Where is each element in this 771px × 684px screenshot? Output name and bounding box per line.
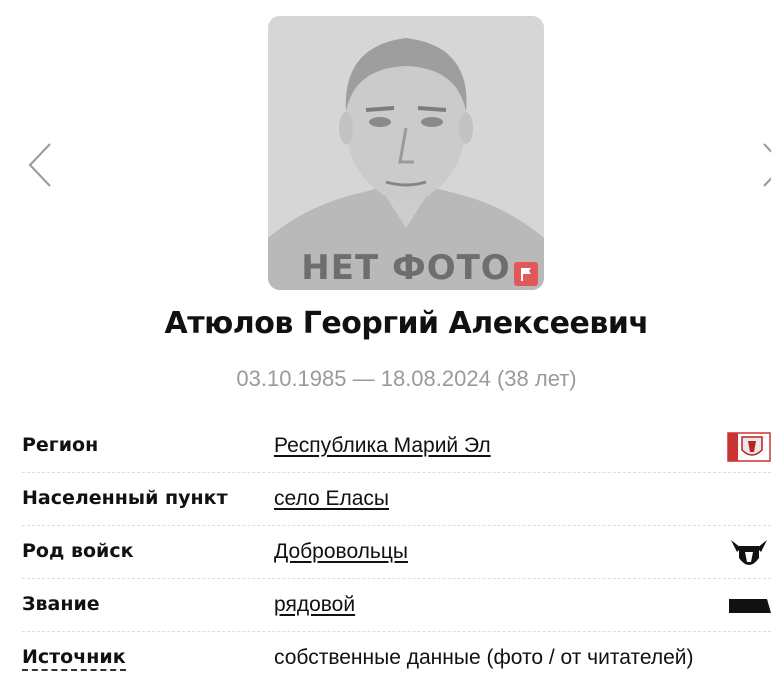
rank-insignia-icon (729, 599, 771, 613)
previous-arrow[interactable] (26, 140, 56, 190)
info-row-branch: Род войск Добровольцы (22, 526, 771, 579)
region-label: Регион (22, 434, 99, 456)
chevron-left-icon (28, 143, 51, 187)
flag-icon (521, 268, 531, 281)
volunteers-emblem-icon (731, 540, 767, 565)
info-row-rank: Звание рядовой (22, 579, 771, 632)
branch-label: Род войск (22, 540, 134, 562)
source-value: собственные данные (фото / от читателей) (274, 646, 694, 669)
rank-link[interactable]: рядовой (274, 593, 355, 617)
person-name: Атюлов Георгий Алексеевич (164, 306, 649, 341)
rank-label: Звание (22, 593, 100, 615)
region-link[interactable]: Республика Марий Эл (274, 434, 491, 458)
report-flag-button[interactable] (514, 262, 538, 286)
region-coat-of-arms-icon (727, 432, 771, 462)
portrait-placeholder: НЕТ ФОТО (268, 16, 544, 290)
no-photo-caption: НЕТ ФОТО (301, 248, 511, 288)
info-row-source: Источник собственные данные (фото / от ч… (22, 632, 771, 684)
info-table: Регион Республика Марий Эл Населенный пу… (22, 420, 771, 684)
life-dates: 03.10.1985 — 18.08.2024 (38 лет) (236, 366, 577, 391)
locality-label: Населенный пункт (22, 487, 228, 509)
next-arrow[interactable] (758, 140, 771, 190)
branch-link[interactable]: Добровольцы (274, 540, 408, 564)
info-row-region: Регион Республика Марий Эл (22, 420, 771, 473)
source-label[interactable]: Источник (22, 646, 126, 671)
info-row-locality: Населенный пункт село Еласы (22, 473, 771, 526)
locality-link[interactable]: село Еласы (274, 487, 389, 511)
chevron-right-icon (763, 143, 771, 187)
